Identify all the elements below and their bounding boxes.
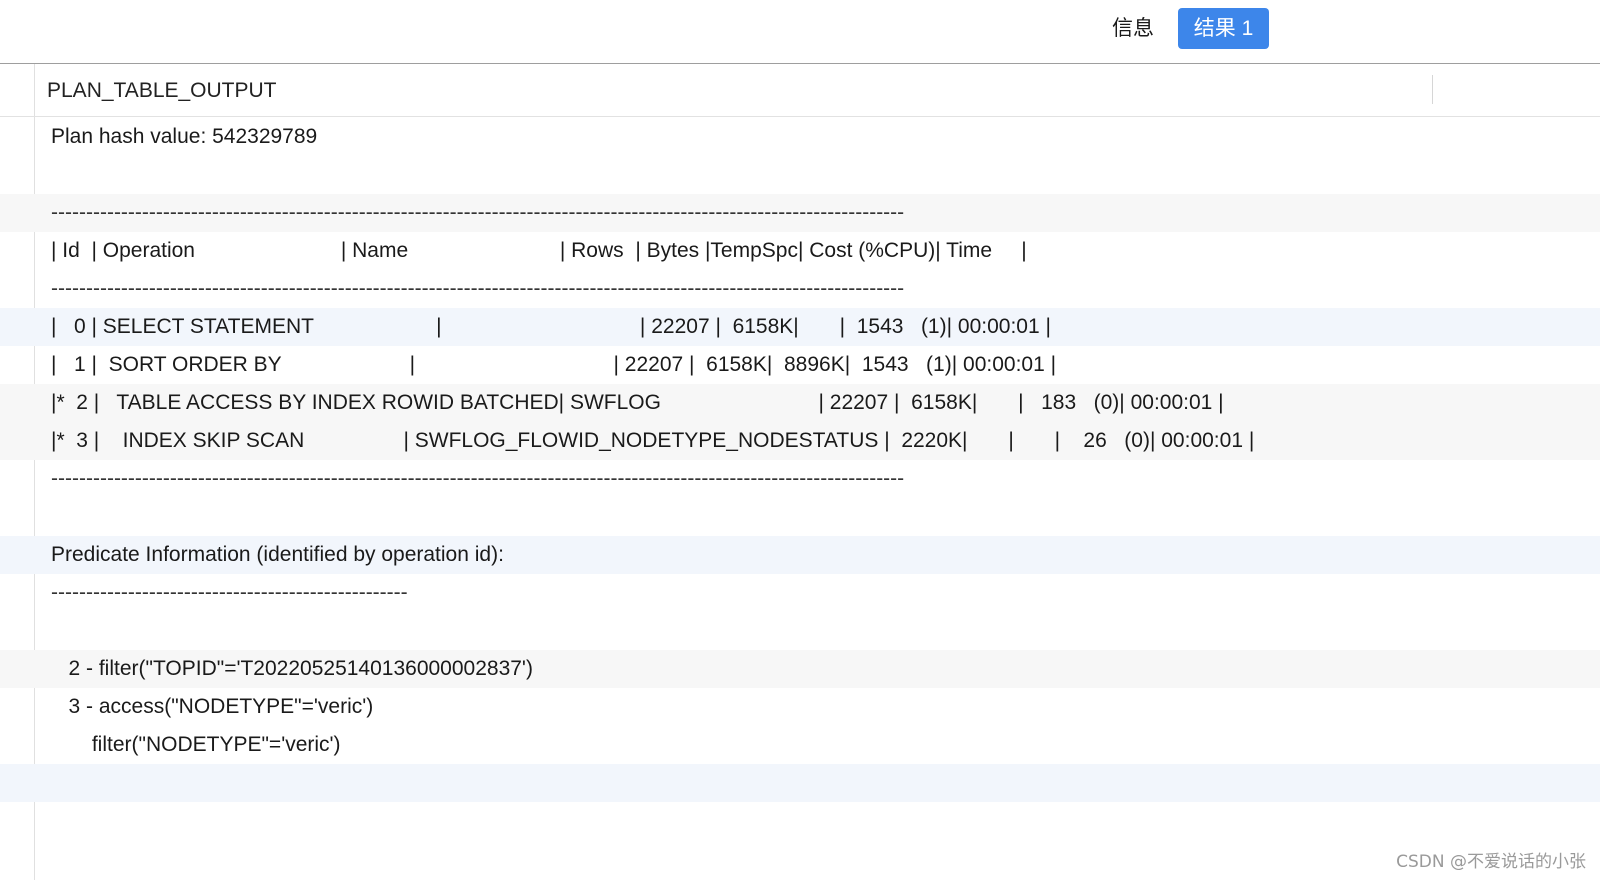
column-resize-handle[interactable] xyxy=(1432,75,1433,104)
plan-table-output-cell: filter("NODETYPE"='veric') xyxy=(51,733,341,756)
table-row[interactable]: ----------------------------------------… xyxy=(0,270,1600,308)
table-row[interactable]: |* 2 | TABLE ACCESS BY INDEX ROWID BATCH… xyxy=(0,384,1600,422)
plan-table-output-cell: Plan hash value: 542329789 xyxy=(51,125,318,148)
table-row[interactable]: ----------------------------------------… xyxy=(0,574,1600,612)
table-row[interactable] xyxy=(0,612,1600,650)
table-row[interactable]: | 0 | SELECT STATEMENT | | 22207 | 6158K… xyxy=(0,308,1600,346)
table-row[interactable] xyxy=(0,764,1600,802)
plan-table-output-cell: ----------------------------------------… xyxy=(51,467,905,490)
plan-table-output-cell: | 1 | SORT ORDER BY | | 22207 | 6158K| 8… xyxy=(51,353,1057,376)
watermark: CSDN @不爱说话的小张 xyxy=(1396,852,1586,872)
table-row[interactable] xyxy=(0,498,1600,536)
table-row[interactable]: |* 3 | INDEX SKIP SCAN | SWFLOG_FLOWID_N… xyxy=(0,422,1600,460)
table-row[interactable] xyxy=(0,156,1600,194)
tab-result-1[interactable]: 结果 1 xyxy=(1178,8,1269,49)
plan-table-output-cell: ----------------------------------------… xyxy=(51,201,905,224)
plan-table-output-cell: ----------------------------------------… xyxy=(51,277,905,300)
table-row[interactable]: | 1 | SORT ORDER BY | | 22207 | 6158K| 8… xyxy=(0,346,1600,384)
plan-table-output-cell: |* 3 | INDEX SKIP SCAN | SWFLOG_FLOWID_N… xyxy=(51,429,1255,452)
table-row[interactable]: ----------------------------------------… xyxy=(0,460,1600,498)
plan-table-output-cell: ----------------------------------------… xyxy=(51,581,408,604)
table-row[interactable]: ----------------------------------------… xyxy=(0,194,1600,232)
table-row[interactable]: Plan hash value: 542329789 xyxy=(0,118,1600,156)
grid-header: PLAN_TABLE_OUTPUT xyxy=(0,64,1600,117)
result-rows: Plan hash value: 542329789 --------------… xyxy=(0,118,1600,802)
plan-table-output-cell: 2 - filter("TOPID"='T2022052514013600000… xyxy=(51,657,533,680)
plan-table-output-cell: | Id | Operation | Name | Rows | Bytes |… xyxy=(51,239,1027,262)
plan-table-output-cell: |* 2 | TABLE ACCESS BY INDEX ROWID BATCH… xyxy=(51,391,1224,414)
plan-table-output-cell: 3 - access("NODETYPE"='veric') xyxy=(51,695,374,718)
table-row[interactable]: | Id | Operation | Name | Rows | Bytes |… xyxy=(0,232,1600,270)
table-row[interactable]: 2 - filter("TOPID"='T2022052514013600000… xyxy=(0,650,1600,688)
result-toolbar: 信息 结果 1 xyxy=(0,0,1600,64)
column-header-plan-table-output[interactable]: PLAN_TABLE_OUTPUT xyxy=(47,64,277,117)
table-row[interactable]: filter("NODETYPE"='veric') xyxy=(0,726,1600,764)
plan-table-output-cell: | 0 | SELECT STATEMENT | | 22207 | 6158K… xyxy=(51,315,1051,338)
query-result-window: 信息 结果 1 PLAN_TABLE_OUTPUT Plan hash valu… xyxy=(0,0,1600,880)
table-row[interactable]: 3 - access("NODETYPE"='veric') xyxy=(0,688,1600,726)
table-row[interactable]: Predicate Information (identified by ope… xyxy=(0,536,1600,574)
tab-info[interactable]: 信息 xyxy=(1100,8,1166,49)
plan-table-output-cell: Predicate Information (identified by ope… xyxy=(51,543,504,566)
